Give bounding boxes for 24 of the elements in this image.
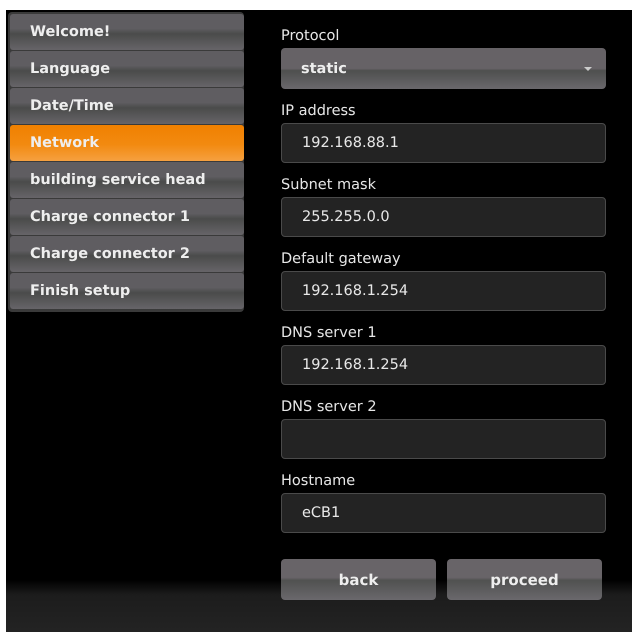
- caret-icon: [584, 66, 592, 70]
- sidebar-item[interactable]: Language: [10, 51, 244, 87]
- field-label: Subnet mask: [281, 176, 377, 195]
- sidebar-item[interactable]: Charge connector 1: [10, 199, 244, 235]
- sidebar-item[interactable]: building service head: [10, 162, 244, 198]
- input-field[interactable]: 192.168.88.1: [281, 123, 606, 163]
- input-field[interactable]: [281, 419, 606, 459]
- sidebar-item[interactable]: Charge connector 2: [10, 236, 244, 272]
- field-label: Hostname: [281, 472, 356, 491]
- sidebar-item[interactable]: Date/Time: [10, 88, 244, 124]
- input-field[interactable]: 192.168.1.254: [281, 271, 606, 311]
- field-label: Protocol: [281, 27, 340, 46]
- field-label: Default gateway: [281, 250, 402, 269]
- input-field[interactable]: 255.255.0.0: [281, 197, 606, 237]
- sidebar-item[interactable]: Welcome!: [10, 14, 244, 50]
- field-label: IP address: [281, 102, 357, 121]
- sidebar-item[interactable]: Finish setup: [10, 273, 244, 309]
- back-button[interactable]: back: [281, 559, 436, 600]
- protocol-dropdown[interactable]: static: [281, 48, 606, 89]
- field-label: DNS server 2: [281, 398, 378, 417]
- input-field[interactable]: eCB1: [281, 493, 606, 533]
- input-field[interactable]: 192.168.1.254: [281, 345, 606, 385]
- proceed-button[interactable]: proceed: [447, 559, 602, 600]
- field-label: DNS server 1: [281, 324, 378, 343]
